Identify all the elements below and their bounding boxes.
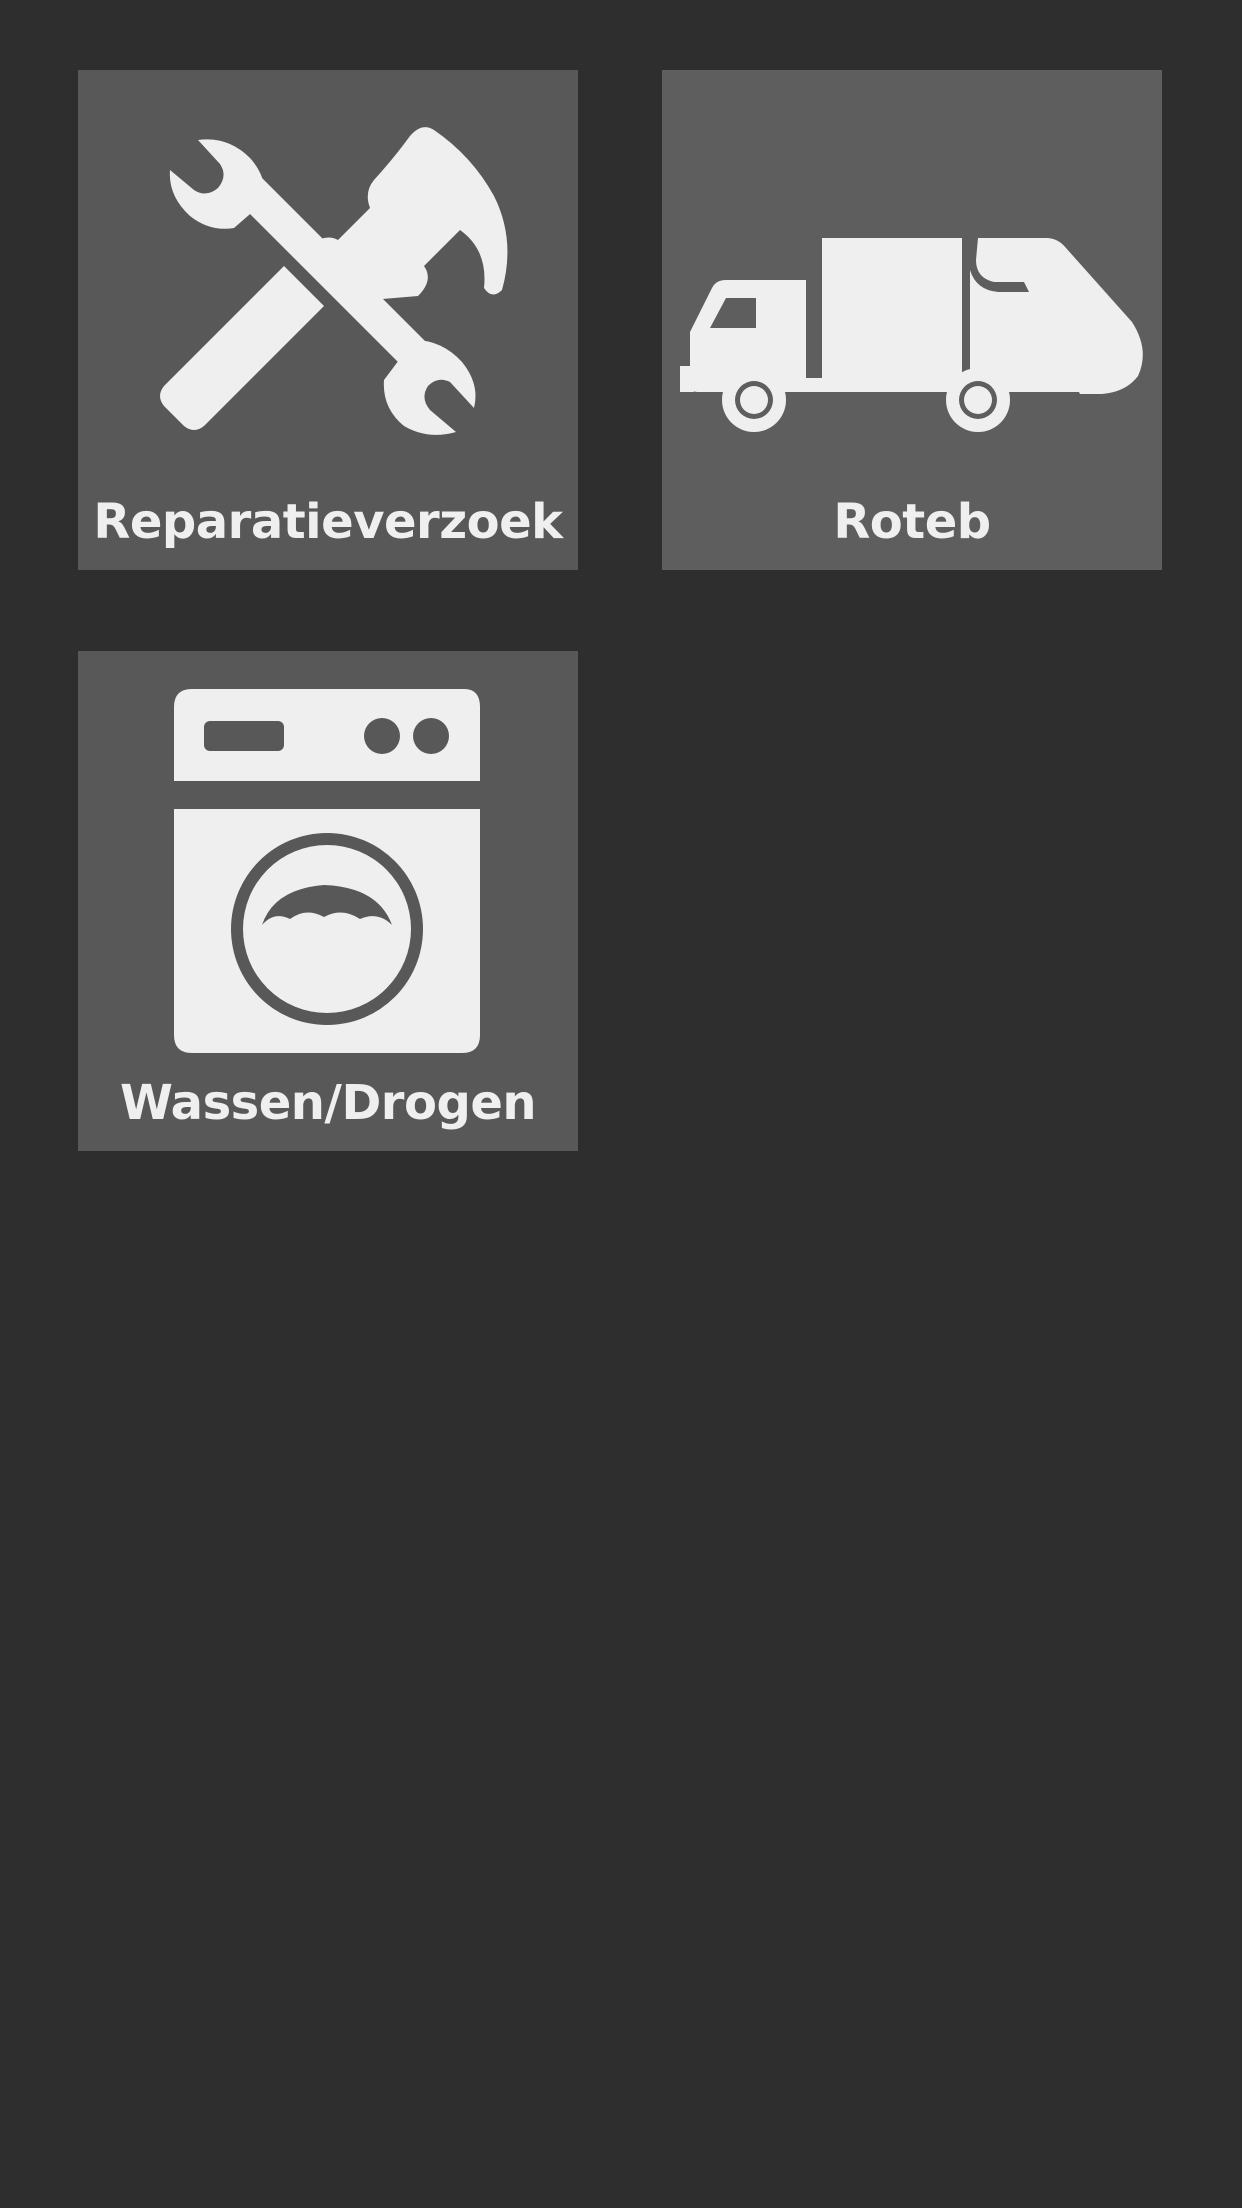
washing-machine-icon: [174, 689, 480, 1053]
tools-icon: [160, 127, 508, 435]
tile-wassen-drogen[interactable]: Wassen/Drogen: [78, 651, 578, 1151]
tile-label: Reparatieverzoek: [93, 494, 563, 550]
tile-reparatieverzoek[interactable]: Reparatieverzoek: [78, 70, 578, 570]
home-screen: Reparatieverzoek Roteb Wassen/Drogen: [0, 0, 1242, 2208]
tile-label: Roteb: [833, 494, 991, 550]
garbage-truck-icon: [680, 238, 1143, 432]
tile-roteb[interactable]: Roteb: [662, 70, 1162, 570]
tile-label: Wassen/Drogen: [119, 1075, 537, 1131]
